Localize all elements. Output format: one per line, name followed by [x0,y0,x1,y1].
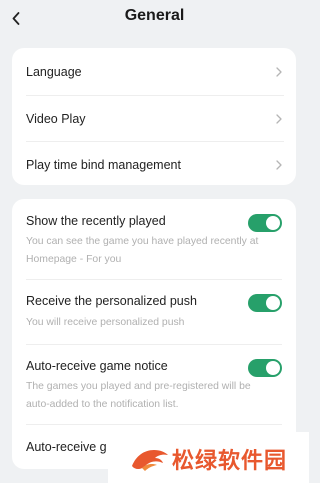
setting-label: Auto-receive g [26,440,107,454]
toggle-knob [266,361,280,375]
divider [26,279,282,280]
chevron-right-icon [276,159,284,171]
nav-item-label: Language [26,65,82,79]
setting-description: The games you played and pre-registered … [26,381,251,410]
nav-item-play-time-bind[interactable]: Play time bind management [26,141,284,185]
watermark-text: 松绿软件园 [172,449,288,474]
settings-card: Show the recently played You can see the… [12,199,296,469]
setting-game-notice: Auto-receive game notice The games you p… [26,359,282,419]
chevron-right-icon [276,113,284,125]
nav-item-language[interactable]: Language [26,49,284,95]
header: General [0,0,309,36]
nav-item-label: Play time bind management [26,157,181,172]
personalized-push-toggle[interactable] [248,294,282,312]
toggle-knob [266,296,280,310]
setting-label: Receive the personalized push [26,294,197,308]
chevron-right-icon [276,66,284,78]
setting-label: Auto-receive game notice [26,359,168,373]
recently-played-toggle[interactable] [248,214,282,232]
divider [26,424,282,425]
nav-item-video-play[interactable]: Video Play [26,95,284,141]
navigation-card: Language Video Play Play time bind manag… [12,48,296,185]
setting-description: You will receive personalized push [26,317,185,328]
toggle-knob [266,216,280,230]
game-notice-toggle[interactable] [248,359,282,377]
setting-label: Show the recently played [26,214,166,228]
nav-item-label: Video Play [26,111,86,126]
setting-recently-played: Show the recently played You can see the… [26,214,282,284]
setting-description: You can see the game you have played rec… [26,236,259,265]
watermark-logo-icon [132,450,168,471]
divider [26,344,282,345]
page-title: General [124,7,185,24]
setting-personalized-push: Receive the personalized push You will r… [26,294,282,334]
watermark: 松绿软件园 [108,432,309,483]
